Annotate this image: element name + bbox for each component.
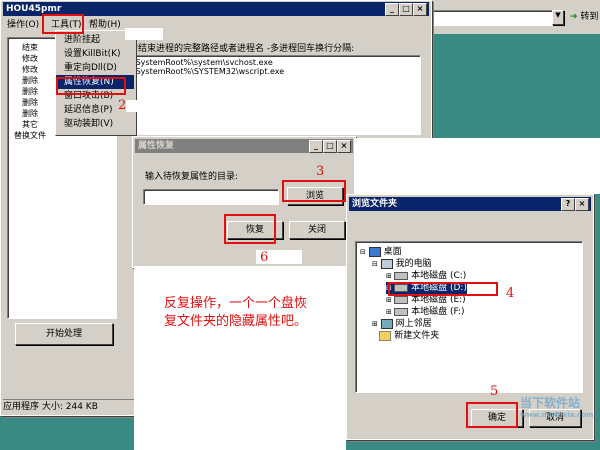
attr-prompt-label: 输入待恢复属性的目录: — [145, 172, 239, 182]
annotation-line: 反复操作，一个一个盘恢 — [164, 296, 308, 311]
function-list-item[interactable]: 修改 — [12, 64, 46, 75]
status-text: 应用程序 大小: 244 KB — [3, 402, 98, 412]
attr-minimize-button[interactable]: _ — [309, 140, 323, 153]
go-button[interactable]: ➔ 转到 — [570, 10, 598, 24]
function-list-item[interactable]: 其它 — [12, 119, 46, 130]
minimize-button[interactable]: _ — [385, 3, 399, 16]
browse-dialog-titlebar: 浏览文件夹 ? × — [349, 197, 591, 211]
instruction-label: 请结束进程的完整路径或者进程名 -多进程回车换行分隔: — [129, 44, 355, 54]
tools-menu-item[interactable]: 驱动装卸(V) — [56, 117, 134, 131]
expand-icon[interactable]: ⊞ — [386, 296, 394, 304]
menu-label-mask — [126, 100, 160, 112]
browse-help-button[interactable]: ? — [561, 198, 575, 211]
path-line: %SystemRoot%\system\svchost.exe — [128, 58, 273, 67]
address-field[interactable] — [432, 10, 554, 26]
attr-restore-dialog: 属性恢复 _ □ × 输入待恢复属性的目录: 浏览 恢复 关闭 — [132, 136, 356, 268]
step4-highlight — [388, 282, 498, 296]
disk-icon — [394, 271, 409, 280]
step-number-4: 4 — [506, 286, 515, 301]
go-arrow-icon: ➔ — [570, 12, 578, 22]
step-number-5: 5 — [490, 384, 499, 399]
expand-icon[interactable]: ⊞ — [386, 308, 394, 316]
expand-icon[interactable]: ⊞ — [386, 272, 394, 280]
browse-close-button[interactable]: × — [575, 198, 589, 211]
disk-icon — [394, 295, 409, 304]
go-label: 转到 — [580, 12, 599, 22]
disk-label: 本地磁盘 (E:) — [411, 295, 466, 305]
attr-dialog-title: 属性恢复 — [138, 141, 175, 151]
watermark-url: www.downxia.com — [520, 411, 594, 419]
disk-icon — [394, 307, 409, 316]
step-number-6: 6 — [260, 250, 269, 265]
function-list-item[interactable]: 删除 — [12, 108, 46, 119]
close-button[interactable]: × — [413, 3, 427, 16]
annotation-panel: 反复操作，一个一个盘恢 复文件夹的隐藏属性吧。 — [134, 266, 346, 450]
step-number-2: 2 — [118, 98, 127, 113]
attr-dialog-titlebar: 属性恢复 _ □ × — [135, 139, 353, 153]
step6-highlight — [224, 214, 276, 244]
function-list-item[interactable]: 删除 — [12, 75, 46, 86]
browse-dialog-title: 浏览文件夹 — [352, 199, 398, 209]
tree-new-folder[interactable]: 新建文件夹 — [372, 330, 439, 342]
watermark-text: 当下软件站 — [520, 396, 581, 410]
start-process-button[interactable]: 开始处理 — [15, 323, 113, 345]
function-list-item[interactable]: 替换文件 — [12, 130, 46, 141]
browser-address-bar: ▼ ➔ 转到 — [430, 0, 600, 34]
tools-menu-item[interactable]: 进阶挂起 — [56, 33, 134, 47]
computer-icon — [380, 258, 393, 269]
close-dialog-button[interactable]: 关闭 — [289, 221, 345, 239]
network-icon — [380, 318, 393, 329]
address-dropdown-button[interactable]: ▼ — [552, 10, 564, 25]
menu-operate[interactable]: 操作(O) — [7, 18, 39, 32]
folder-icon — [379, 330, 392, 341]
function-list-item[interactable]: 结束 — [12, 42, 46, 53]
folder-tree[interactable]: ⊟ 桌面 ⊟ 我的电脑 ⊞ 本地磁盘 (C:) ⊞ 本地磁盘 (D:) ⊞ 本地磁盘… — [355, 241, 583, 393]
tree-disk[interactable]: ⊞ 本地磁盘 (F:) — [386, 306, 465, 318]
white-mask — [354, 138, 600, 194]
desktop-icon — [368, 246, 381, 257]
attr-path-input[interactable] — [143, 189, 279, 205]
step5-highlight — [466, 402, 518, 428]
disk-label: 本地磁盘 (F:) — [411, 307, 465, 317]
watermark: 当下软件站 www.downxia.com — [520, 394, 600, 444]
tools-menu-item[interactable]: 重定向Dll(D) — [56, 61, 134, 75]
tree-my-computer[interactable]: ⊟ 我的电脑 — [372, 258, 432, 270]
function-list-items: 结束 修改 修改 删除 删除 删除 删除 其它 替换文件 — [12, 42, 46, 141]
attr-maximize-button[interactable]: □ — [323, 140, 337, 153]
tree-disk[interactable]: ⊞ 本地磁盘 (C:) — [386, 270, 466, 282]
main-window-title: HOU45pmr — [6, 4, 62, 14]
step2-highlight — [56, 77, 126, 95]
process-path-textarea[interactable]: %SystemRoot%\system\svchost.exe %SystemR… — [125, 55, 421, 135]
tree-network[interactable]: ⊞ 网上邻居 — [372, 318, 432, 330]
function-list-item[interactable]: 删除 — [12, 97, 46, 108]
step1-highlight — [42, 14, 84, 34]
attr-close-button[interactable]: × — [337, 140, 351, 153]
step-number-3: 3 — [316, 164, 325, 179]
annotation-line: 复文件夹的隐藏属性吧。 — [164, 314, 308, 329]
disk-label: 本地磁盘 (C:) — [411, 271, 467, 281]
tree-desktop[interactable]: ⊟ 桌面 — [360, 246, 402, 258]
path-line: %SystemRoot%\SYSTEM32\wscript.exe — [128, 67, 285, 76]
tools-menu-item[interactable]: 设置KillBit(K) — [56, 47, 134, 61]
maximize-button[interactable]: □ — [399, 3, 413, 16]
function-list-item[interactable]: 删除 — [12, 86, 46, 97]
menu-label-mask — [125, 28, 163, 40]
step3-highlight — [282, 180, 346, 202]
function-list-item[interactable]: 修改 — [12, 53, 46, 64]
